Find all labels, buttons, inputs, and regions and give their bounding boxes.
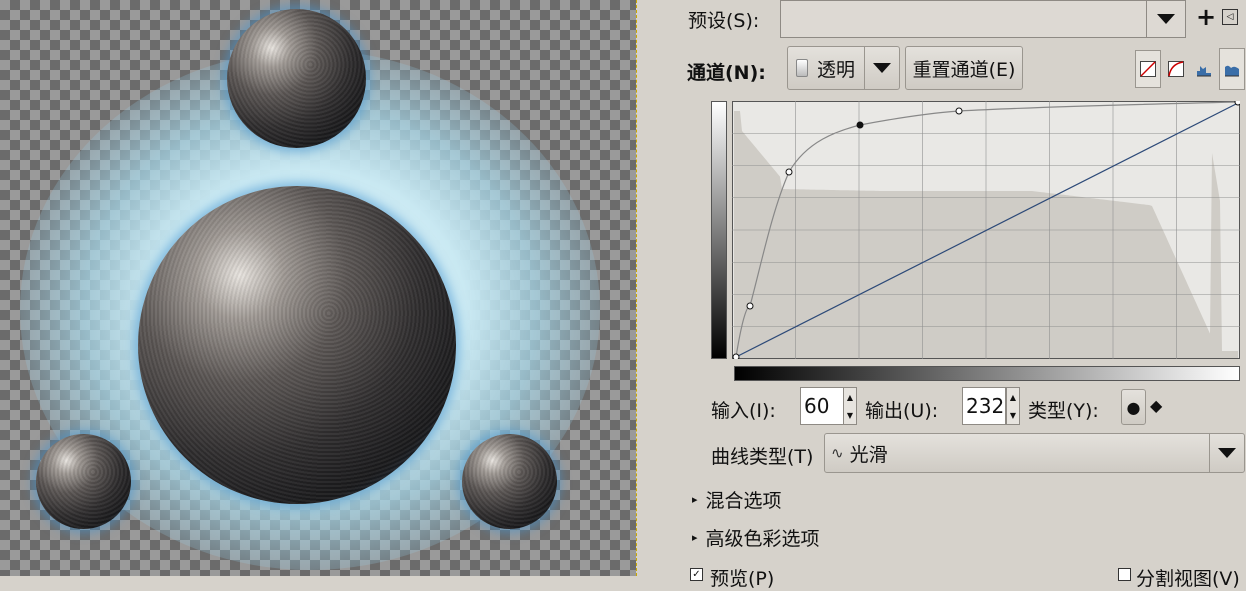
curves-panel: 预设(S): + ◁ 通道(N): 透明 重置通道(E) 输入(I): 60 ▲… xyxy=(640,0,1246,590)
curve-point[interactable] xyxy=(955,107,963,115)
canvas-guide-line xyxy=(636,0,637,576)
plus-icon[interactable]: + xyxy=(1195,4,1217,30)
spin-up-icon[interactable]: ▲ xyxy=(1007,388,1019,406)
preset-dropdown-button[interactable] xyxy=(1146,1,1185,37)
spin-up-icon[interactable]: ▲ xyxy=(844,388,856,406)
chevron-down-icon xyxy=(873,63,891,73)
curve-type-label: 曲线类型(T) xyxy=(711,446,814,468)
right-bottom-sphere xyxy=(462,434,557,529)
advanced-color-label: 高级色彩选项 xyxy=(705,528,820,550)
output-spinbox[interactable]: 232 xyxy=(962,387,1006,425)
spin-down-icon[interactable]: ▼ xyxy=(1007,406,1019,424)
output-label: 输出(U): xyxy=(865,400,939,422)
input-spinbox[interactable]: 60 xyxy=(800,387,844,425)
log-histogram-icon-graphic xyxy=(1168,61,1184,77)
smooth-curve-icon: ∿ xyxy=(831,444,844,462)
input-label: 输入(I): xyxy=(711,400,776,422)
preset-label: 预设(S): xyxy=(688,10,760,32)
output-value: 232 xyxy=(966,394,1005,418)
curve-graph-icon[interactable] xyxy=(1192,50,1216,88)
advanced-color-expander[interactable]: ▸ 高级色彩选项 xyxy=(692,524,820,551)
preset-combobox[interactable] xyxy=(780,0,1186,38)
output-spin-buttons[interactable]: ▲ ▼ xyxy=(1006,387,1020,425)
large-center-sphere xyxy=(138,186,456,504)
curve-type-value: 光滑 xyxy=(849,443,888,466)
chevron-down-icon xyxy=(1157,14,1175,24)
panel-menu-icon[interactable]: ◁ xyxy=(1222,9,1238,25)
chevron-down-icon xyxy=(1218,448,1236,458)
input-value: 60 xyxy=(804,394,830,418)
curve-point[interactable] xyxy=(732,353,740,359)
blend-options-label: 混合选项 xyxy=(705,490,782,512)
channel-value: 透明 xyxy=(817,58,856,81)
curve-point[interactable] xyxy=(1234,101,1240,106)
blend-options-expander[interactable]: ▸ 混合选项 xyxy=(692,486,782,513)
curve-graph[interactable] xyxy=(732,101,1240,359)
split-view-label: 分割视图(V) xyxy=(1136,568,1240,590)
curve-point[interactable] xyxy=(746,302,754,310)
curve-point[interactable] xyxy=(785,168,793,176)
log-histogram-icon[interactable] xyxy=(1164,50,1188,88)
spin-down-icon[interactable]: ▼ xyxy=(844,406,856,424)
top-sphere xyxy=(227,9,366,148)
alpha-channel-icon xyxy=(796,59,808,77)
curve-type-combobox[interactable]: ∿ 光滑 xyxy=(824,433,1245,473)
preview-label: 预览(P) xyxy=(710,568,775,590)
linear-histogram-icon-graphic xyxy=(1140,61,1156,77)
channel-label: 通道(N): xyxy=(687,62,766,84)
expander-arrow-icon: ▸ xyxy=(692,493,698,506)
histogram-scale-icon[interactable] xyxy=(1219,48,1245,90)
curve-type-dropdown-button[interactable] xyxy=(1209,434,1244,472)
curve-graph-icon-graphic xyxy=(1197,66,1211,77)
channel-combobox[interactable]: 透明 xyxy=(787,46,900,90)
type-label: 类型(Y): xyxy=(1028,400,1099,422)
histogram-scale-icon-graphic xyxy=(1225,65,1239,77)
preview-checkbox[interactable]: ✓ xyxy=(690,568,703,581)
expander-arrow-icon: ▸ xyxy=(692,531,698,544)
corner-node-icon[interactable]: ◆ xyxy=(1150,396,1162,415)
split-view-checkbox[interactable] xyxy=(1118,568,1131,581)
input-spin-buttons[interactable]: ▲ ▼ xyxy=(843,387,857,425)
output-gradient-bar xyxy=(711,101,727,359)
reset-channel-button[interactable]: 重置通道(E) xyxy=(905,46,1023,90)
image-canvas[interactable] xyxy=(0,0,636,576)
smooth-node-icon[interactable]: ● xyxy=(1121,389,1146,425)
left-bottom-sphere xyxy=(36,434,131,529)
linear-histogram-icon[interactable] xyxy=(1135,50,1161,88)
input-gradient-bar xyxy=(734,366,1240,381)
channel-dropdown-button[interactable] xyxy=(864,47,899,89)
curve-point-selected[interactable] xyxy=(856,121,864,129)
